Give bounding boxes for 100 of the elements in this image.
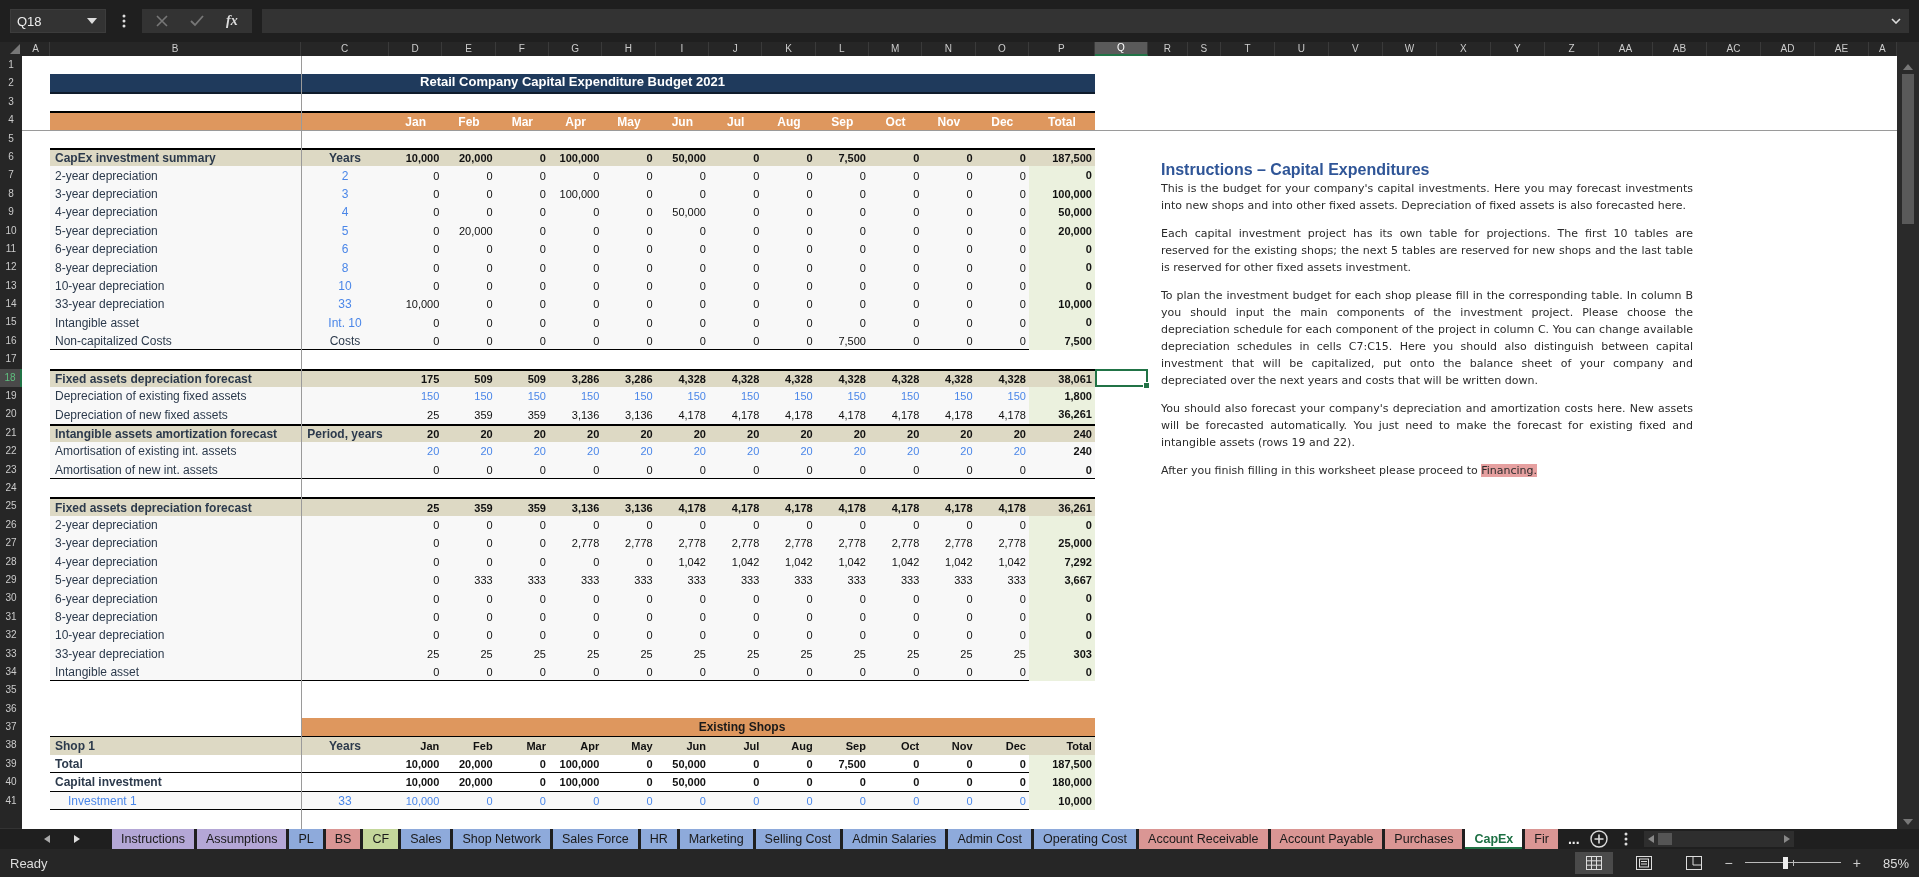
sheet-tab[interactable]: CF <box>363 829 399 849</box>
sheet-tab[interactable]: HR <box>640 829 677 849</box>
sheet-tab[interactable]: Fir <box>1525 829 1558 849</box>
sheet-tab[interactable]: Account Receivable <box>1139 829 1268 849</box>
row-header[interactable]: 41 <box>0 791 22 812</box>
sheet-tab[interactable]: Selling Cost <box>755 829 841 849</box>
row-header[interactable]: 14 <box>0 295 22 315</box>
row-header[interactable]: 6 <box>0 147 22 168</box>
row-header[interactable]: 30 <box>0 589 22 609</box>
sheet-tab[interactable]: Marketing <box>679 829 753 849</box>
table-cell-text: 3,136 <box>570 408 601 421</box>
row-header[interactable]: 5 <box>0 129 22 149</box>
row-header[interactable]: 36 <box>0 699 22 720</box>
row-header[interactable]: 11 <box>0 239 22 260</box>
row-header[interactable]: 8 <box>0 184 22 205</box>
row-header[interactable]: 33 <box>0 644 22 664</box>
table-cell-text: 0 <box>1018 666 1027 679</box>
table-cell-text: 0 <box>752 279 761 292</box>
row-header[interactable]: 31 <box>0 607 22 628</box>
more-sheets[interactable]: ... <box>1567 831 1580 847</box>
row-header[interactable]: 10 <box>0 221 22 241</box>
scroll-down-icon[interactable] <box>1903 819 1913 825</box>
row-header[interactable]: 18 <box>0 368 22 389</box>
row-header[interactable]: 16 <box>0 331 22 352</box>
zoom-slider[interactable] <box>1744 857 1841 869</box>
sheet-tab[interactable]: Purchases <box>1385 829 1463 849</box>
table-cell-text: 0 <box>965 776 974 789</box>
scroll-right-icon[interactable] <box>1783 835 1790 843</box>
insert-function-button[interactable]: fx <box>226 13 238 29</box>
sheet-tab[interactable]: Instructions <box>112 829 194 849</box>
next-sheet-icon[interactable] <box>74 835 80 843</box>
zoom-out-button[interactable]: − <box>1724 855 1733 871</box>
row-header[interactable]: 25 <box>0 497 22 517</box>
row-header[interactable]: 23 <box>0 460 22 480</box>
slider-thumb[interactable] <box>1783 857 1789 869</box>
table-cell-text: 0 <box>858 169 867 182</box>
sheet-tab[interactable]: Shop Network <box>453 829 550 849</box>
cancel-icon[interactable] <box>156 15 168 27</box>
sheet-tab[interactable]: Admin Salaries <box>843 829 946 849</box>
vertical-scrollbar[interactable] <box>1897 42 1919 829</box>
row-header[interactable]: 35 <box>0 681 22 701</box>
formula-input[interactable] <box>261 9 1909 33</box>
scroll-up-icon[interactable] <box>1903 64 1913 70</box>
section-title: Shop 1 <box>54 739 96 754</box>
normal-view-button[interactable] <box>1574 852 1613 874</box>
scroll-left-icon[interactable] <box>1647 835 1654 843</box>
scroll-thumb[interactable] <box>1657 833 1672 845</box>
row-header[interactable]: 28 <box>0 552 22 572</box>
sheet-tab[interactable]: Sales <box>401 829 451 849</box>
select-all-icon[interactable] <box>10 44 20 54</box>
row-header[interactable]: 19 <box>0 387 22 407</box>
row-header[interactable]: 26 <box>0 515 22 536</box>
row-header[interactable]: 3 <box>0 92 22 113</box>
scroll-thumb[interactable] <box>1902 74 1914 224</box>
name-box[interactable]: Q18 <box>10 9 106 33</box>
check-icon[interactable] <box>190 15 204 27</box>
row-header[interactable]: 13 <box>0 276 22 297</box>
row-label: Amortisation of new int. assets <box>54 462 219 477</box>
column-header[interactable]: Q <box>1094 42 1148 56</box>
table-cell-text: 0 <box>538 243 547 256</box>
sheet-tab[interactable]: PL <box>289 829 323 849</box>
row-header[interactable]: 1 <box>0 56 22 76</box>
row-header[interactable]: 39 <box>0 754 22 775</box>
table-cell-text: 0 <box>592 316 601 329</box>
row-header[interactable]: 17 <box>0 350 22 370</box>
row-header[interactable]: 40 <box>0 773 22 793</box>
row-header[interactable]: 29 <box>0 570 22 591</box>
more-icon[interactable] <box>122 14 126 28</box>
row-header[interactable]: 15 <box>0 313 22 333</box>
table-cell-text: 0 <box>538 666 547 679</box>
row-header[interactable]: 27 <box>0 534 22 554</box>
row-header[interactable]: 7 <box>0 166 22 186</box>
sheet-tab[interactable]: Operating Cost <box>1034 829 1137 849</box>
financing-link[interactable]: Financing. <box>1481 464 1538 477</box>
horizontal-scrollbar[interactable] <box>1643 831 1794 847</box>
row-header[interactable]: 20 <box>0 405 22 425</box>
sheet-tab[interactable]: Account Payable <box>1270 829 1383 849</box>
sheet-tab[interactable]: CapEx <box>1465 829 1523 849</box>
row-header[interactable]: 4 <box>0 111 22 131</box>
row-header[interactable]: 22 <box>0 442 22 462</box>
more-icon[interactable] <box>1623 832 1628 846</box>
row-header[interactable]: 21 <box>0 423 22 444</box>
row-header[interactable]: 9 <box>0 203 22 223</box>
table-cell-text: 4,178 <box>784 501 814 514</box>
chevron-down-icon[interactable] <box>1891 18 1901 24</box>
sheet-tab[interactable]: Admin Cost <box>948 829 1031 849</box>
table-cell-text: 0 <box>432 574 441 587</box>
previous-sheet-icon[interactable] <box>44 835 50 843</box>
row-header[interactable]: 38 <box>0 736 22 756</box>
row-header[interactable]: 12 <box>0 258 22 278</box>
add-sheet-icon[interactable] <box>1589 830 1608 848</box>
row-header[interactable]: 24 <box>0 479 22 499</box>
sheet-tab[interactable]: BS <box>325 829 361 849</box>
row-header[interactable]: 34 <box>0 662 22 683</box>
sheet-tab[interactable]: Assumptions <box>196 829 287 849</box>
zoom-in-button[interactable]: + <box>1852 855 1861 871</box>
sheet-tab[interactable]: Sales Force <box>552 829 638 849</box>
row-header[interactable]: 2 <box>0 74 22 94</box>
row-header[interactable]: 37 <box>0 718 22 738</box>
row-header[interactable]: 32 <box>0 626 22 646</box>
